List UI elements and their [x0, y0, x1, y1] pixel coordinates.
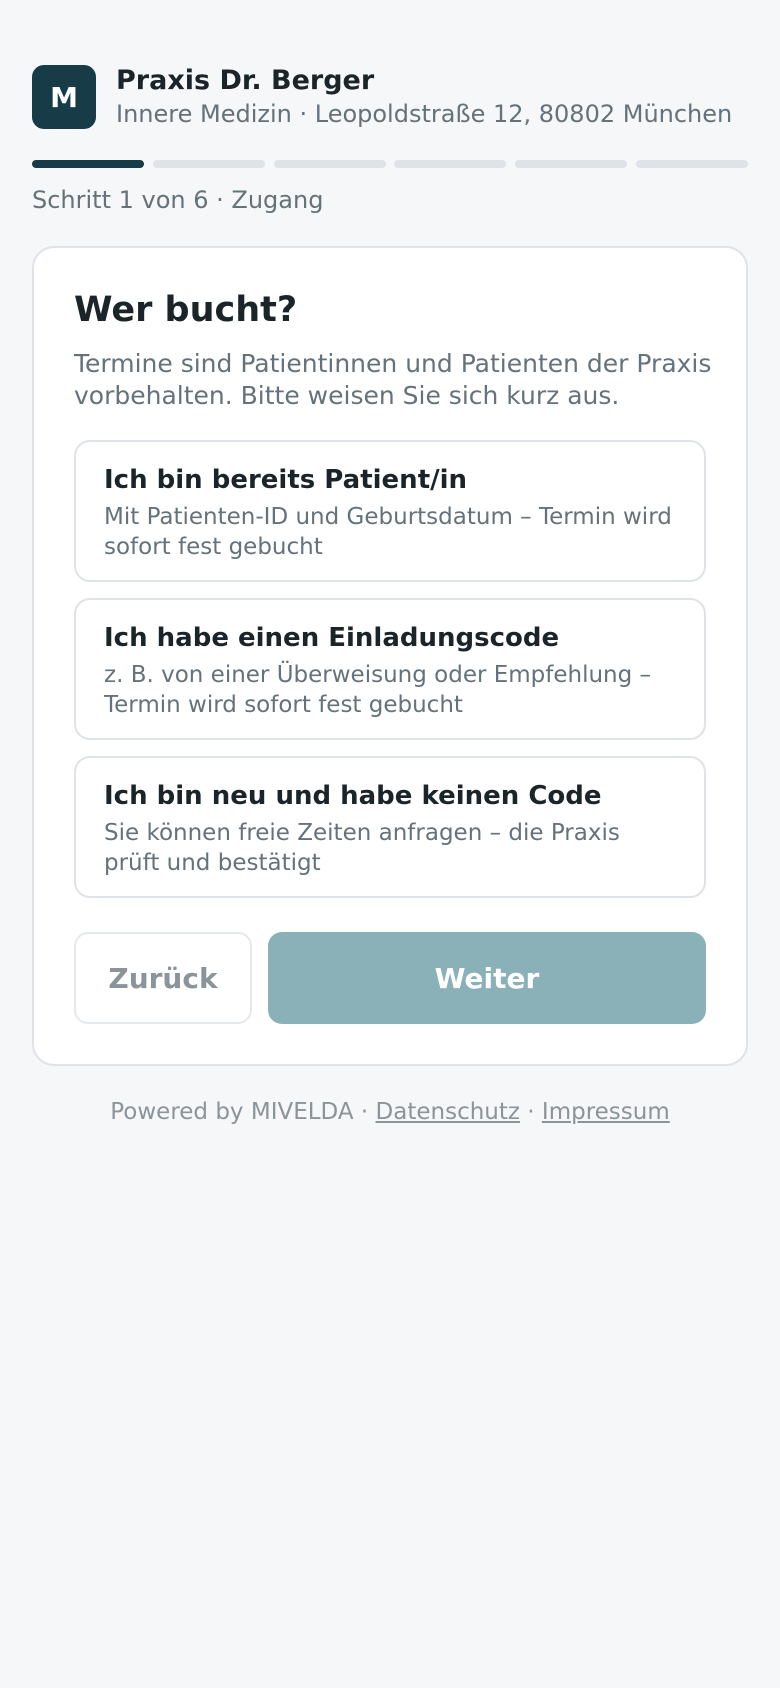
option-title: Ich bin bereits Patient/in: [104, 465, 468, 495]
powered-by-text: Powered by MIVELDA: [110, 1099, 354, 1125]
practice-name: Praxis Dr. Berger: [116, 65, 375, 96]
card-title: Wer bucht?: [74, 290, 298, 330]
option-title: Ich habe einen Einladungscode: [104, 623, 560, 653]
option-description: Mit Patienten-ID und Geburtsdatum – Term…: [104, 504, 672, 560]
footer-separator: ·: [519, 1099, 542, 1125]
footer: Powered by MIVELDA · Datenschutz · Impre…: [0, 1096, 780, 1128]
option-title: Ich bin neu und habe keinen Code: [104, 781, 602, 811]
option-invitation-code[interactable]: Ich habe einen Einladungscode z. B. von …: [74, 598, 706, 740]
step-label: Schritt 1 von 6 · Zugang: [32, 186, 324, 214]
progress-segment-6: [635, 160, 748, 168]
practice-address: Innere Medizin · Leopoldstraße 12, 80802…: [116, 100, 733, 128]
card-description: Termine sind Patientinnen und Patienten …: [74, 349, 712, 410]
access-card: Wer bucht? Termine sind Patientinnen und…: [32, 246, 748, 1066]
next-button[interactable]: Weiter: [268, 932, 706, 1024]
practice-logo: M: [32, 65, 96, 129]
option-description: z. B. von einer Überweisung oder Empfehl…: [104, 662, 652, 718]
practice-info: Praxis Dr. Berger Innere Medizin · Leopo…: [116, 64, 732, 130]
practice-header: M Praxis Dr. Berger Innere Medizin · Leo…: [32, 64, 732, 130]
privacy-link[interactable]: Datenschutz: [376, 1099, 520, 1125]
progress-segment-4: [394, 160, 507, 168]
progress-segment-1: [32, 160, 144, 168]
footer-separator: ·: [353, 1099, 376, 1125]
option-new-patient[interactable]: Ich bin neu und habe keinen Code Sie kön…: [74, 756, 706, 898]
option-description: Sie können freie Zeiten anfragen – die P…: [104, 820, 620, 876]
imprint-link[interactable]: Impressum: [542, 1099, 670, 1125]
step-progress-bar: [32, 160, 748, 168]
back-button[interactable]: Zurück: [74, 932, 252, 1024]
progress-segment-5: [515, 160, 628, 168]
progress-segment-2: [152, 160, 265, 168]
option-existing-patient[interactable]: Ich bin bereits Patient/in Mit Patienten…: [74, 440, 706, 582]
progress-segment-3: [273, 160, 386, 168]
